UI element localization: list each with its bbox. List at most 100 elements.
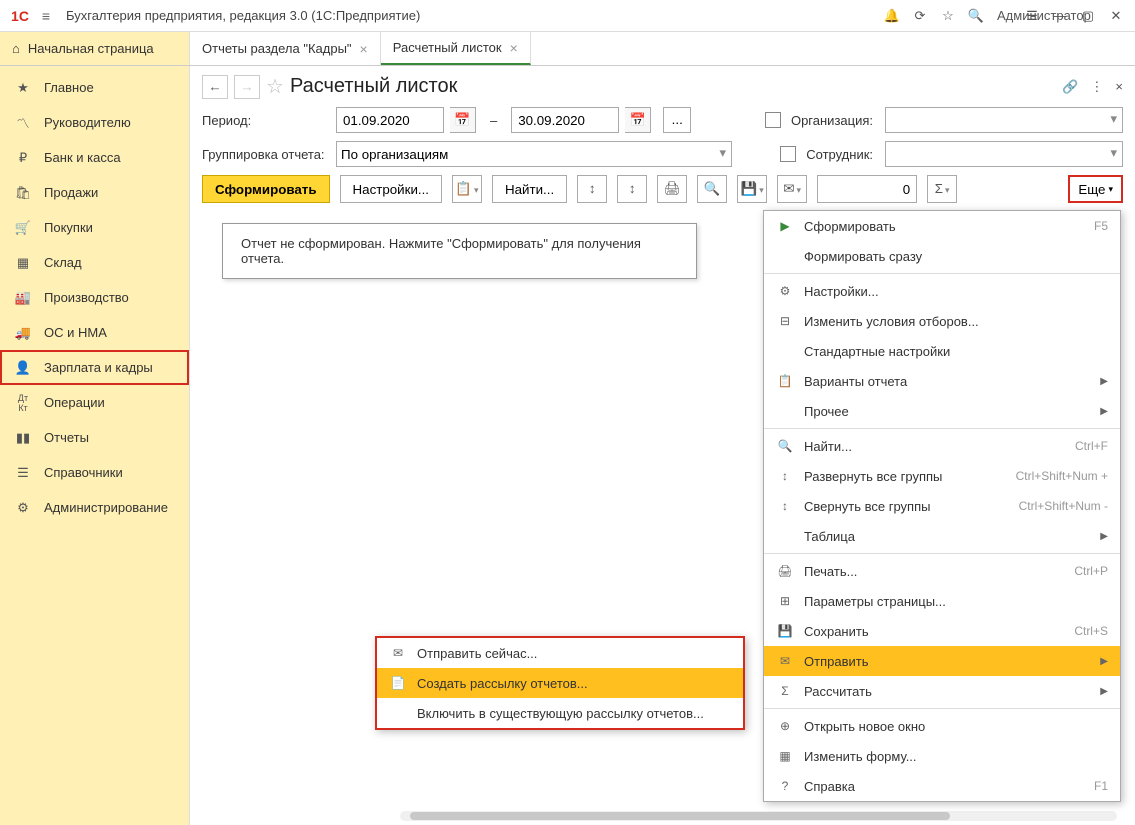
tab-home[interactable]: ⌂ Начальная страница [0,32,190,65]
menu-filters[interactable]: ⊟Изменить условия отборов... [764,306,1120,336]
menu-new-window[interactable]: ⊕Открыть новое окно [764,711,1120,741]
user-label[interactable]: Администратор [991,8,1017,23]
titlebar-icons: 🔔 ⟳ ☆ 🔍 Администратор ☰ — ▢ ✕ [879,8,1129,24]
save-button[interactable]: 💾 [737,175,767,203]
period-label: Период: [202,113,330,128]
expand-button[interactable]: ↕ [577,175,607,203]
page-title: Расчетный листок [290,75,457,98]
menu-page-params[interactable]: ⊞Параметры страницы... [764,586,1120,616]
link-icon[interactable]: 🔗 [1062,79,1078,95]
close-button[interactable]: ✕ [1103,8,1129,24]
sidebar-item-salary[interactable]: 👤Зарплата и кадры [0,350,189,385]
sigma-button[interactable]: Σ [927,175,957,203]
menu-save[interactable]: 💾СохранитьCtrl+S [764,616,1120,646]
titlebar: 1С ≡ Бухгалтерия предприятия, редакция 3… [0,0,1135,32]
sidebar-item-bank[interactable]: ₽Банк и касса [0,140,189,175]
date-to-input[interactable] [511,107,619,133]
paste-button[interactable]: 📋 [452,175,482,203]
settings-button[interactable]: Настройки... [340,175,442,203]
report-placeholder: Отчет не сформирован. Нажмите "Сформиров… [241,236,641,266]
preview-button[interactable]: 🔍 [697,175,727,203]
grouping-select[interactable] [336,141,732,167]
books-icon: ☰ [14,465,32,481]
emp-checkbox[interactable] [780,146,796,162]
collapse-button[interactable]: ↕ [617,175,647,203]
sidebar-item-warehouse[interactable]: ▦Склад [0,245,189,280]
sidebar-item-purchases[interactable]: 🛒Покупки [0,210,189,245]
menu-include-mailing[interactable]: Включить в существующую рассылку отчетов… [377,698,743,728]
hamburger-icon[interactable]: ≡ [34,8,58,24]
menu-generate-now[interactable]: Формировать сразу [764,241,1120,271]
menu-print[interactable]: 🖨Печать...Ctrl+P [764,556,1120,586]
menu-expand-all[interactable]: ↕Развернуть все группыCtrl+Shift+Num + [764,461,1120,491]
menu-create-mailing[interactable]: 📄Создать рассылку отчетов... [377,668,743,698]
generate-button[interactable]: Сформировать [202,175,330,203]
menu-send-now[interactable]: ✉Отправить сейчас... [377,638,743,668]
nav-forward-button[interactable]: → [234,75,260,99]
horizontal-scrollbar[interactable] [400,811,1117,821]
menu-other[interactable]: Прочее▶ [764,396,1120,426]
report-area: Отчет не сформирован. Нажмите "Сформиров… [222,223,697,279]
settings-icon[interactable]: ☰ [1019,8,1045,24]
sidebar-item-reports[interactable]: ▮▮Отчеты [0,420,189,455]
minimize-button[interactable]: — [1047,8,1073,23]
mail-button[interactable]: ✉ [777,175,807,203]
menu-variants[interactable]: 📋Варианты отчета▶ [764,366,1120,396]
print-button[interactable]: 🖨 [657,175,687,203]
calendar-icon[interactable]: 📅 [625,107,651,133]
kebab-icon[interactable]: ⋮ [1090,79,1103,95]
menu-generate[interactable]: ▶СформироватьF5 [764,211,1120,241]
star-icon[interactable]: ☆ [935,8,961,24]
search-icon[interactable]: 🔍 [963,8,989,24]
logo-icon: 1С [6,7,34,25]
sum-field[interactable] [817,175,917,203]
org-checkbox[interactable] [765,112,781,128]
nav-back-button[interactable]: ← [202,75,228,99]
sidebar-item-operations[interactable]: ДтКтОперации [0,385,189,420]
maximize-button[interactable]: ▢ [1075,8,1101,24]
more-button[interactable]: Еще▾ [1068,175,1123,203]
emp-field[interactable] [885,141,1123,167]
bag-icon: 🛍 [14,185,32,201]
tabs: ⌂ Начальная страница Отчеты раздела "Кад… [0,32,1135,66]
sidebar-item-main[interactable]: ★Главное [0,70,189,105]
date-from-input[interactable] [336,107,444,133]
sidebar: ★Главное 〽Руководителю ₽Банк и касса 🛍Пр… [0,66,190,825]
factory-icon: 🏭 [14,290,32,306]
close-page-icon[interactable]: × [1115,79,1123,94]
menu-settings[interactable]: ⚙Настройки... [764,276,1120,306]
sidebar-item-catalogs[interactable]: ☰Справочники [0,455,189,490]
tab-reports[interactable]: Отчеты раздела "Кадры" × [190,32,381,65]
close-icon[interactable]: × [510,40,518,56]
cart-icon: 🛒 [14,220,32,236]
menu-edit-form[interactable]: ▦Изменить форму... [764,741,1120,771]
menu-table[interactable]: Таблица▶ [764,521,1120,551]
menu-std-settings[interactable]: Стандартные настройки [764,336,1120,366]
tab-payslip[interactable]: Расчетный листок × [381,32,531,65]
sidebar-item-assets[interactable]: 🚚ОС и НМА [0,315,189,350]
history-icon[interactable]: ⟳ [907,8,933,24]
grouping-label: Группировка отчета: [202,147,330,162]
chart-icon: 〽 [14,113,32,132]
org-field[interactable] [885,107,1123,133]
truck-icon: 🚚 [14,325,32,341]
period-picker-button[interactable]: ... [663,107,691,133]
close-icon[interactable]: × [360,41,368,57]
tab-home-label: Начальная страница [28,41,154,56]
sidebar-item-admin[interactable]: ⚙Администрирование [0,490,189,525]
sidebar-item-manager[interactable]: 〽Руководителю [0,105,189,140]
find-button[interactable]: Найти... [492,175,567,203]
window-title: Бухгалтерия предприятия, редакция 3.0 (1… [58,8,879,23]
favorite-icon[interactable]: ☆ [266,74,284,99]
menu-send[interactable]: ✉Отправить▶ [764,646,1120,676]
sidebar-item-production[interactable]: 🏭Производство [0,280,189,315]
menu-help[interactable]: ?СправкаF1 [764,771,1120,801]
calendar-icon[interactable]: 📅 [450,107,476,133]
menu-collapse-all[interactable]: ↕Свернуть все группыCtrl+Shift+Num - [764,491,1120,521]
menu-find[interactable]: 🔍Найти...Ctrl+F [764,431,1120,461]
send-submenu: ✉Отправить сейчас... 📄Создать рассылку о… [375,636,745,730]
bell-icon[interactable]: 🔔 [879,8,905,24]
menu-calc[interactable]: ΣРассчитать▶ [764,676,1120,706]
sidebar-item-sales[interactable]: 🛍Продажи [0,175,189,210]
ruble-icon: ₽ [14,150,32,166]
